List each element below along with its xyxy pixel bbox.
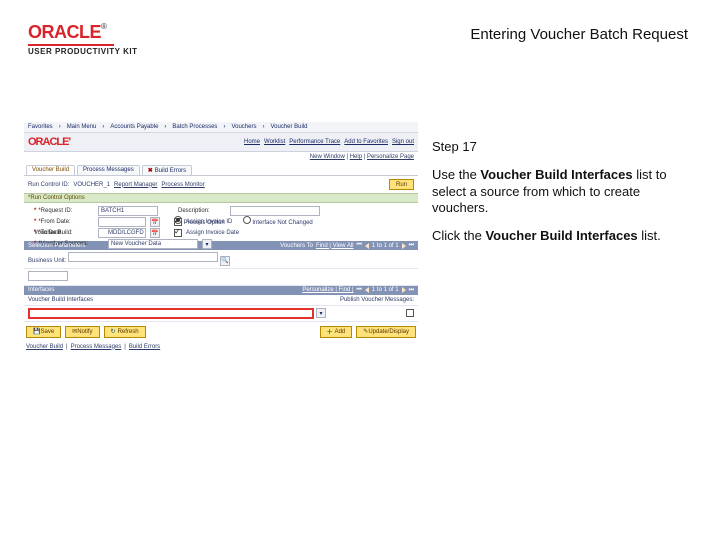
logo-rule — [28, 44, 114, 46]
tab-build-errors[interactable]: ✖Build Errors — [142, 165, 192, 175]
menubar-item[interactable]: Batch Processes — [172, 124, 217, 130]
link-perf-trace[interactable]: Performance Trace — [289, 139, 340, 145]
voucher-build-value: MDD/LCGFD — [108, 230, 144, 236]
link-process-monitor[interactable]: Process Monitor — [161, 182, 204, 188]
pager-prev-icon[interactable] — [365, 287, 369, 293]
crumb-build-errors[interactable]: Build Errors — [129, 344, 160, 350]
page-tabs: Voucher Build Process Messages ✖Build Er… — [24, 162, 418, 176]
subnav: New Window | Help | Personalize Page — [24, 152, 418, 162]
top-links: Home Worklist Performance Trace Add to F… — [244, 139, 414, 145]
crumb-voucher-build[interactable]: Voucher Build — [26, 344, 63, 350]
step-label: Step 17 — [432, 139, 688, 155]
pager-next-icon[interactable] — [402, 243, 406, 249]
menubar-item[interactable]: Main Menu — [67, 124, 97, 130]
business-unit-label: Business Unit: — [28, 258, 66, 264]
pager-interfaces: Personalize | Find | ⏮ 1 to 1 of 1 ⏭ — [302, 287, 414, 294]
link-signout[interactable]: Sign out — [392, 139, 414, 145]
menubar-item[interactable]: Accounts Payable — [110, 124, 158, 130]
menubar-item[interactable]: Vouchers — [231, 124, 256, 130]
voucher-build-interfaces-label: Voucher Build Interfaces — [28, 297, 93, 303]
screenshot-mock: Favorites› Main Menu› Accounts Payable› … — [24, 122, 418, 372]
pager-last-icon[interactable]: ⏭ — [409, 287, 414, 294]
menubar-item[interactable]: Favorites — [28, 124, 53, 130]
section-run-control-options: *Run Control Options — [24, 193, 418, 203]
voucher-sources-select[interactable]: New Voucher Data — [108, 239, 198, 249]
assign-invoice-date-label: Assign Invoice Date — [186, 230, 239, 236]
menubar: Favorites› Main Menu› Accounts Payable› … — [24, 122, 418, 133]
voucher-build-interfaces-select-highlight[interactable] — [28, 308, 314, 319]
run-button[interactable]: Run — [389, 179, 414, 190]
error-icon: ✖ — [148, 168, 153, 174]
description-label: Description: — [178, 208, 226, 214]
description-input[interactable] — [230, 206, 320, 216]
voucher-build-label: Voucher Build: — [34, 230, 104, 236]
run-control-form: **Request ID: BATCH1 Description: **From… — [24, 203, 418, 241]
link-home[interactable]: Home — [244, 139, 260, 145]
tab-voucher-build[interactable]: Voucher Build — [26, 165, 75, 175]
crumb-process-messages[interactable]: Process Messages — [71, 344, 122, 350]
pager-next-icon[interactable] — [402, 287, 406, 293]
publish-msgs-checkbox[interactable] — [406, 309, 414, 317]
voucher-build-interfaces-input-row: ▾ — [24, 306, 418, 322]
instruction-paragraph-1: Use the Voucher Build Interfaces list to… — [432, 167, 688, 216]
instruction-panel: Step 17 Use the Voucher Build Interfaces… — [432, 139, 688, 256]
run-control-label: Run Control ID: — [28, 182, 69, 188]
link-report-manager[interactable]: Report Manager — [114, 182, 157, 188]
menubar-item[interactable]: Voucher Build — [270, 124, 307, 130]
oracle-logo: ORACLE® — [28, 22, 137, 43]
publish-msgs-label: Publish Voucher Messages: — [340, 297, 414, 303]
business-unit-input[interactable] — [68, 252, 218, 262]
request-id-label: **Request ID: — [34, 208, 94, 214]
brand-row: ORACLE' Home Worklist Performance Trace … — [24, 133, 418, 152]
pager-prev-icon[interactable] — [365, 243, 369, 249]
pager-last-icon[interactable]: ⏭ — [409, 242, 414, 249]
run-control-row: Run Control ID: VOUCHER_1 Report Manager… — [24, 176, 418, 193]
link-personalize[interactable]: Personalize Page — [367, 154, 414, 160]
doc-title: Entering Voucher Batch Request — [470, 26, 688, 43]
table-row: Business Unit: 🔍 — [24, 250, 418, 269]
table-row — [24, 269, 418, 286]
tab-process-messages[interactable]: Process Messages — [77, 165, 140, 175]
from-date-label: **From Date: — [34, 219, 94, 225]
refresh-button[interactable]: ↻Refresh — [104, 326, 146, 338]
section-selection-parameters: Selection Parameters Vouchers To Find | … — [24, 241, 418, 250]
section-interfaces: Interfaces Personalize | Find | ⏮ 1 to 1… — [24, 286, 418, 295]
add-button[interactable]: ＋Add — [320, 326, 353, 338]
brand-logo-block: ORACLE® USER PRODUCTIVITY KIT — [28, 22, 137, 56]
link-new-window[interactable]: New Window — [310, 154, 345, 160]
upk-label: USER PRODUCTIVITY KIT — [28, 47, 137, 56]
sp-input[interactable] — [28, 271, 68, 281]
notify-button[interactable]: ✉ Notify — [65, 326, 99, 338]
update-display-button[interactable]: ✎ Update/Display — [356, 326, 416, 338]
link-help[interactable]: Help — [350, 154, 362, 160]
from-date-input[interactable] — [98, 217, 146, 227]
pager-first-icon[interactable]: ⏮ — [357, 242, 362, 249]
chevron-down-icon[interactable]: ▾ — [316, 308, 326, 318]
assign-invoice-date-checkbox[interactable] — [174, 229, 182, 237]
voucher-build-interfaces-row: Voucher Build Interfaces Publish Voucher… — [24, 295, 418, 306]
link-add-fav[interactable]: Add to Favorites — [344, 139, 388, 145]
radio-interface-not-changed[interactable]: Interface Not Changed — [243, 216, 313, 226]
run-control-value: VOUCHER_1 — [73, 182, 110, 188]
bottom-buttons: 💾 Save ✉ Notify ↻Refresh ＋Add ✎ Update/D… — [24, 322, 418, 342]
pager-first-icon[interactable]: ⏮ — [357, 287, 362, 294]
mini-oracle-logo: ORACLE' — [28, 136, 70, 148]
request-id-input[interactable]: BATCH1 — [98, 206, 158, 216]
lookup-icon[interactable]: 🔍 — [220, 256, 230, 266]
chevron-down-icon[interactable]: ▾ — [202, 239, 212, 249]
link-worklist[interactable]: Worklist — [264, 139, 285, 145]
pager-vouchers: Vouchers To Find | View All ⏮ 1 to 1 of … — [280, 242, 414, 249]
save-button[interactable]: 💾 Save — [26, 326, 61, 338]
calendar-icon[interactable]: 📅 — [150, 228, 160, 238]
calendar-icon[interactable]: 📅 — [150, 217, 160, 227]
instruction-paragraph-2: Click the Voucher Build Interfaces list. — [432, 228, 688, 244]
bottom-breadcrumb: Voucher Build | Process Messages | Build… — [24, 342, 418, 352]
